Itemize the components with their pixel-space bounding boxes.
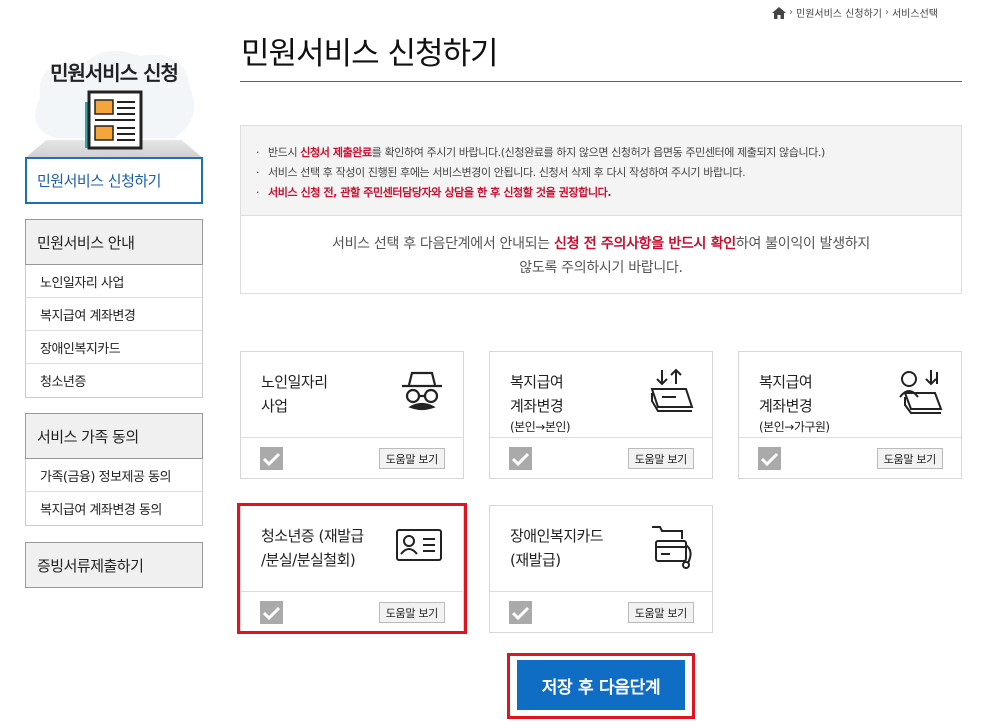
sidebar-submenu-family: 가족(금융) 정보제공 동의 복지급여 계좌변경 동의 [25,459,203,526]
service-card-account-self[interactable]: 복지급여 계좌변경 (본인→본인) 도움말 보기 [489,351,713,479]
sidebar-item-apply-active[interactable]: 민원서비스 신청하기 [25,157,203,204]
notice-item: · 서비스 선택 후 작성이 진행된 후에는 서비스변경이 안됩니다. 신청서 삭… [256,166,746,179]
notice-item: · 반드시 신청서 제출완료를 확인하여 주시기 바랍니다.(신청완료를 하지 않… [256,146,825,159]
breadcrumb: › 민원서비스 신청하기 › 서비스선택 [772,5,938,20]
notice-box: · 반드시 신청서 제출완료를 확인하여 주시기 바랍니다.(신청완료를 하지 않… [240,125,962,294]
breadcrumb-separator: › [884,7,889,18]
checkbox[interactable] [509,601,532,624]
checkbox[interactable] [509,447,532,470]
sidebar-group-documents: 증빙서류제출하기 [25,542,203,588]
welfare-card-icon [646,521,696,575]
sidebar-item-youth-id[interactable]: 청소년증 [26,364,202,397]
checkbox[interactable] [758,447,781,470]
check-icon [512,452,529,466]
breadcrumb-item[interactable]: 민원서비스 신청하기 [796,5,882,20]
account-transfer-icon [646,367,696,421]
service-card-elderly-job[interactable]: 노인일자리 사업 도움말 보기 [240,351,464,479]
sidebar-item-family-consent[interactable]: 가족(금융) 정보제공 동의 [26,459,202,492]
check-icon [263,452,280,466]
sidebar-item-account-change[interactable]: 복지급여 계좌변경 [26,298,202,331]
page-title: 민원서비스 신청하기 [241,36,499,72]
notice-item-warning: · 서비스 신청 전, 관할 주민센터담당자와 상담을 한 후 신청할 것을 권장… [256,186,612,199]
service-card-account-family[interactable]: 복지급여 계좌변경 (본인→가구원) 도움말 보기 [738,351,962,479]
sidebar-item-elderly-job[interactable]: 노인일자리 사업 [26,265,202,298]
card-label: 노인일자리 사업 [261,373,328,415]
help-button[interactable]: 도움말 보기 [876,448,943,469]
sidebar-item-disability-card[interactable]: 장애인복지카드 [26,331,202,364]
help-button[interactable]: 도움말 보기 [627,448,694,469]
family-account-transfer-icon [895,367,945,421]
home-icon[interactable] [772,6,786,19]
help-button[interactable]: 도움말 보기 [378,448,445,469]
breadcrumb-item-current: 서비스선택 [891,9,938,20]
card-label: 복지급여 계좌변경 (본인→가구원) [759,373,830,434]
service-card-disability-card[interactable]: 장애인복지카드 (재발급) 도움말 보기 [489,505,713,633]
document-illustration-icon [83,88,143,158]
check-icon [761,452,778,466]
save-and-next-button[interactable]: 저장 후 다음단계 [517,660,685,710]
breadcrumb-separator: › [789,7,793,18]
sidebar-group-guide: 민원서비스 안내 노인일자리 사업 복지급여 계좌변경 장애인복지카드 청소년증 [25,219,203,398]
elderly-person-icon [397,367,447,421]
card-label: 장애인복지카드 (재발급) [510,527,604,569]
sidebar-item-account-consent[interactable]: 복지급여 계좌변경 동의 [26,492,202,525]
highlight-box-youth-id [237,503,467,634]
notice-list: · 반드시 신청서 제출완료를 확인하여 주시기 바랍니다.(신청완료를 하지 않… [241,126,961,216]
sidebar-head-documents[interactable]: 증빙서류제출하기 [25,542,203,588]
sidebar-head-guide[interactable]: 민원서비스 안내 [25,219,203,265]
help-button[interactable]: 도움말 보기 [627,602,694,623]
notice-caution: 서비스 선택 후 다음단계에서 안내되는 신청 전 주의사항을 반드시 확인하여… [332,236,870,276]
sidebar-title: 민원서비스 신청 [50,61,179,85]
card-label: 복지급여 계좌변경 (본인→본인) [510,373,571,434]
check-icon [512,606,529,620]
sidebar-group-family: 서비스 가족 동의 가족(금융) 정보제공 동의 복지급여 계좌변경 동의 [25,413,203,526]
sidebar-submenu-guide: 노인일자리 사업 복지급여 계좌변경 장애인복지카드 청소년증 [25,265,203,398]
sidebar-head-family[interactable]: 서비스 가족 동의 [25,413,203,459]
checkbox[interactable] [260,447,283,470]
title-divider [240,81,962,82]
